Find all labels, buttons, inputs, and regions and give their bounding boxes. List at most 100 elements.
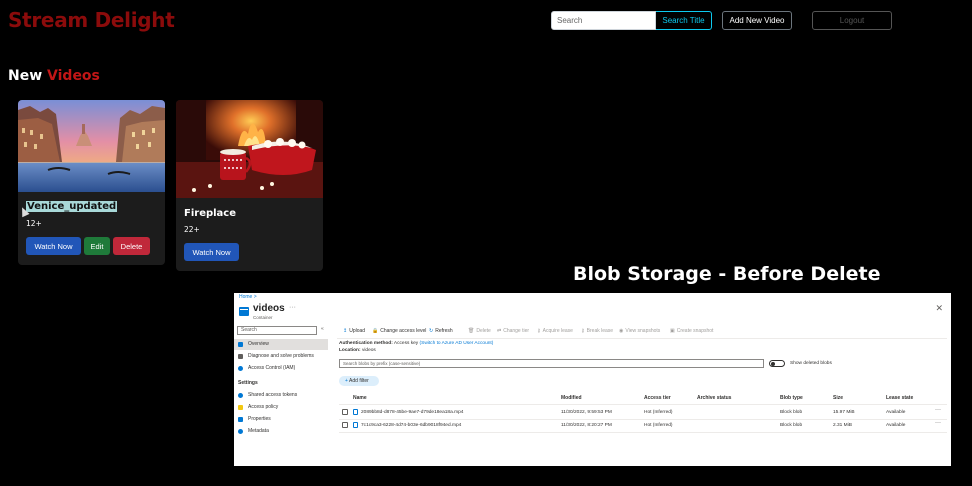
eye-icon: ◉ xyxy=(619,328,624,334)
page-subtitle: Container xyxy=(253,315,273,320)
row-checkbox[interactable] xyxy=(342,409,348,415)
toolbar-label: Change tier xyxy=(503,328,530,334)
toolbar-label: Create snapshot xyxy=(676,328,714,334)
sidebar-search-input[interactable]: Search xyxy=(237,326,317,335)
divider xyxy=(339,404,947,405)
blob-access-tier: Hot (Inferred) xyxy=(644,410,673,415)
blob-search-input[interactable]: Search blobs by prefix (case-sensitive) xyxy=(339,359,764,368)
show-deleted-toggle[interactable] xyxy=(769,360,785,367)
watch-now-button[interactable]: Watch Now xyxy=(184,243,239,261)
delete-button[interactable]: Delete xyxy=(113,237,150,255)
sidebar-item-label: Overview xyxy=(248,341,269,347)
link-icon xyxy=(238,393,243,398)
blob-lease-state: Available xyxy=(886,410,906,415)
blob-modified: 11/30/2022, 9:59:53 PM xyxy=(561,410,612,415)
show-deleted-label: Show deleted blobs xyxy=(790,361,832,366)
container-icon xyxy=(239,307,249,316)
sidebar-item-label: Metadata xyxy=(248,428,269,434)
column-header-blob-type[interactable]: Blob type xyxy=(780,395,803,401)
more-options-icon[interactable]: ··· xyxy=(289,304,296,311)
sidebar-item-label: Shared access tokens xyxy=(248,392,298,398)
watch-now-button[interactable]: Watch Now xyxy=(26,237,81,255)
blob-type: Block blob xyxy=(780,410,803,415)
add-filter-button[interactable]: + Add filter xyxy=(339,376,379,386)
upload-icon: ↥ xyxy=(343,328,348,334)
blob-size: 2.31 MiB xyxy=(833,423,852,428)
toolbar-label: Delete xyxy=(476,328,491,334)
table-row[interactable]: 7c1c9ca3-6228-4d74-b03e-6db9018f94ed.mp4… xyxy=(339,420,947,432)
sidebar-item-shared-access-tokens[interactable]: Shared access tokens xyxy=(234,390,328,401)
sidebar-item-label: Access policy xyxy=(248,404,279,410)
toolbar-label: Break lease xyxy=(586,328,614,334)
toolbar-acquire-lease[interactable]: ⚷ Acquire lease xyxy=(537,328,573,334)
auth-label: Authentication method: xyxy=(339,341,393,346)
table-row[interactable]: 2089bb8d-d878-45be-9ae7-d79de18ea18a.mp4… xyxy=(339,407,947,419)
sidebar-item-metadata[interactable]: Metadata xyxy=(234,426,328,437)
toolbar-view-snapshots[interactable]: ◉ View snapshots xyxy=(619,328,660,334)
video-title: Venice_updated xyxy=(26,201,118,212)
blob-access-tier: Hot (Inferred) xyxy=(644,423,673,428)
blob-size: 15.97 MiB xyxy=(833,410,855,415)
people-icon xyxy=(238,366,243,371)
section-title-word2: Videos xyxy=(47,68,100,84)
blob-name[interactable]: 7c1c9ca3-6228-4d74-b03e-6db9018f94ed.mp4 xyxy=(361,423,461,428)
toolbar-change-access-level[interactable]: 🔒 Change access level xyxy=(372,328,426,334)
search-title-button[interactable]: Search Title xyxy=(656,11,712,30)
location-label: Location: xyxy=(339,348,361,353)
app-brand[interactable]: Stream Delight xyxy=(8,8,175,32)
collapse-sidebar-icon[interactable]: « xyxy=(321,326,324,332)
video-title: Fireplace xyxy=(184,208,237,219)
toolbar-change-tier[interactable]: ⇄ Change tier xyxy=(497,328,529,334)
toolbar-delete[interactable]: 🗑 Delete xyxy=(468,328,491,334)
lease-icon: ⚷ xyxy=(537,328,541,334)
plus-icon: + xyxy=(345,378,348,384)
row-more-icon[interactable]: ··· xyxy=(935,407,941,413)
logout-button[interactable]: Logout xyxy=(812,11,892,30)
toolbar-create-snapshot[interactable]: ▣ Create snapshot xyxy=(670,328,713,334)
sidebar-item-access-policy[interactable]: Access policy xyxy=(234,402,328,413)
toolbar-label: Acquire lease xyxy=(542,328,573,334)
fireplace-popcorn-image xyxy=(176,100,323,198)
row-checkbox[interactable] xyxy=(342,422,348,428)
row-more-icon[interactable]: ··· xyxy=(935,420,941,426)
breadcrumb[interactable]: Home > xyxy=(239,294,257,300)
column-header-name[interactable]: Name xyxy=(353,395,367,401)
column-header-size[interactable]: Size xyxy=(833,395,843,401)
column-header-archive-status[interactable]: Archive status xyxy=(697,395,731,401)
sidebar-item-diagnose[interactable]: Diagnose and solve problems xyxy=(234,351,328,362)
wrench-icon xyxy=(238,354,243,359)
video-rating: 22+ xyxy=(184,225,200,234)
column-header-lease-state[interactable]: Lease state xyxy=(886,395,913,401)
search-input[interactable] xyxy=(551,11,656,30)
toolbar-break-lease[interactable]: ⚷ Break lease xyxy=(581,328,613,334)
edit-button[interactable]: Edit xyxy=(84,237,110,255)
location-value: videos xyxy=(361,348,376,353)
column-header-modified[interactable]: Modified xyxy=(561,395,582,401)
sidebar-item-properties[interactable]: Properties xyxy=(234,414,328,425)
sidebar-item-overview[interactable]: Overview xyxy=(234,339,328,350)
sidebar-item-label: Access Control (IAM) xyxy=(248,365,296,371)
azure-blob-panel: Home > videos ··· Container ✕ Search « O… xyxy=(234,293,951,466)
toolbar-upload[interactable]: ↥ Upload xyxy=(343,328,365,334)
toolbar-refresh[interactable]: ↻ Refresh xyxy=(429,328,453,334)
close-icon[interactable]: ✕ xyxy=(935,303,943,314)
toolbar-label: Change access level xyxy=(380,328,427,334)
blob-modified: 11/30/2022, 8:20:27 PM xyxy=(561,423,612,428)
divider xyxy=(339,432,947,433)
switch-auth-link[interactable]: (Switch to Azure AD User Account) xyxy=(420,341,494,346)
blob-lease-state: Available xyxy=(886,423,906,428)
location: Location: videos xyxy=(339,348,376,353)
section-title: New Videos xyxy=(8,68,100,84)
toolbar-label: Upload xyxy=(349,328,366,334)
sidebar: Search « Overview Diagnose and solve pro… xyxy=(234,323,328,466)
snapshot-icon: ▣ xyxy=(670,328,675,334)
column-header-access-tier[interactable]: Access tier xyxy=(644,395,671,401)
search-group: Search Title xyxy=(551,11,712,30)
add-new-video-button[interactable]: Add New Video xyxy=(722,11,792,30)
lock-icon: 🔒 xyxy=(372,328,379,334)
swap-icon: ⇄ xyxy=(497,328,502,334)
divider xyxy=(337,338,947,339)
blob-name[interactable]: 2089bb8d-d878-45be-9ae7-d79de18ea18a.mp4 xyxy=(361,410,463,415)
toolbar-label: View snapshots xyxy=(625,328,661,334)
sidebar-item-iam[interactable]: Access Control (IAM) xyxy=(234,363,328,374)
